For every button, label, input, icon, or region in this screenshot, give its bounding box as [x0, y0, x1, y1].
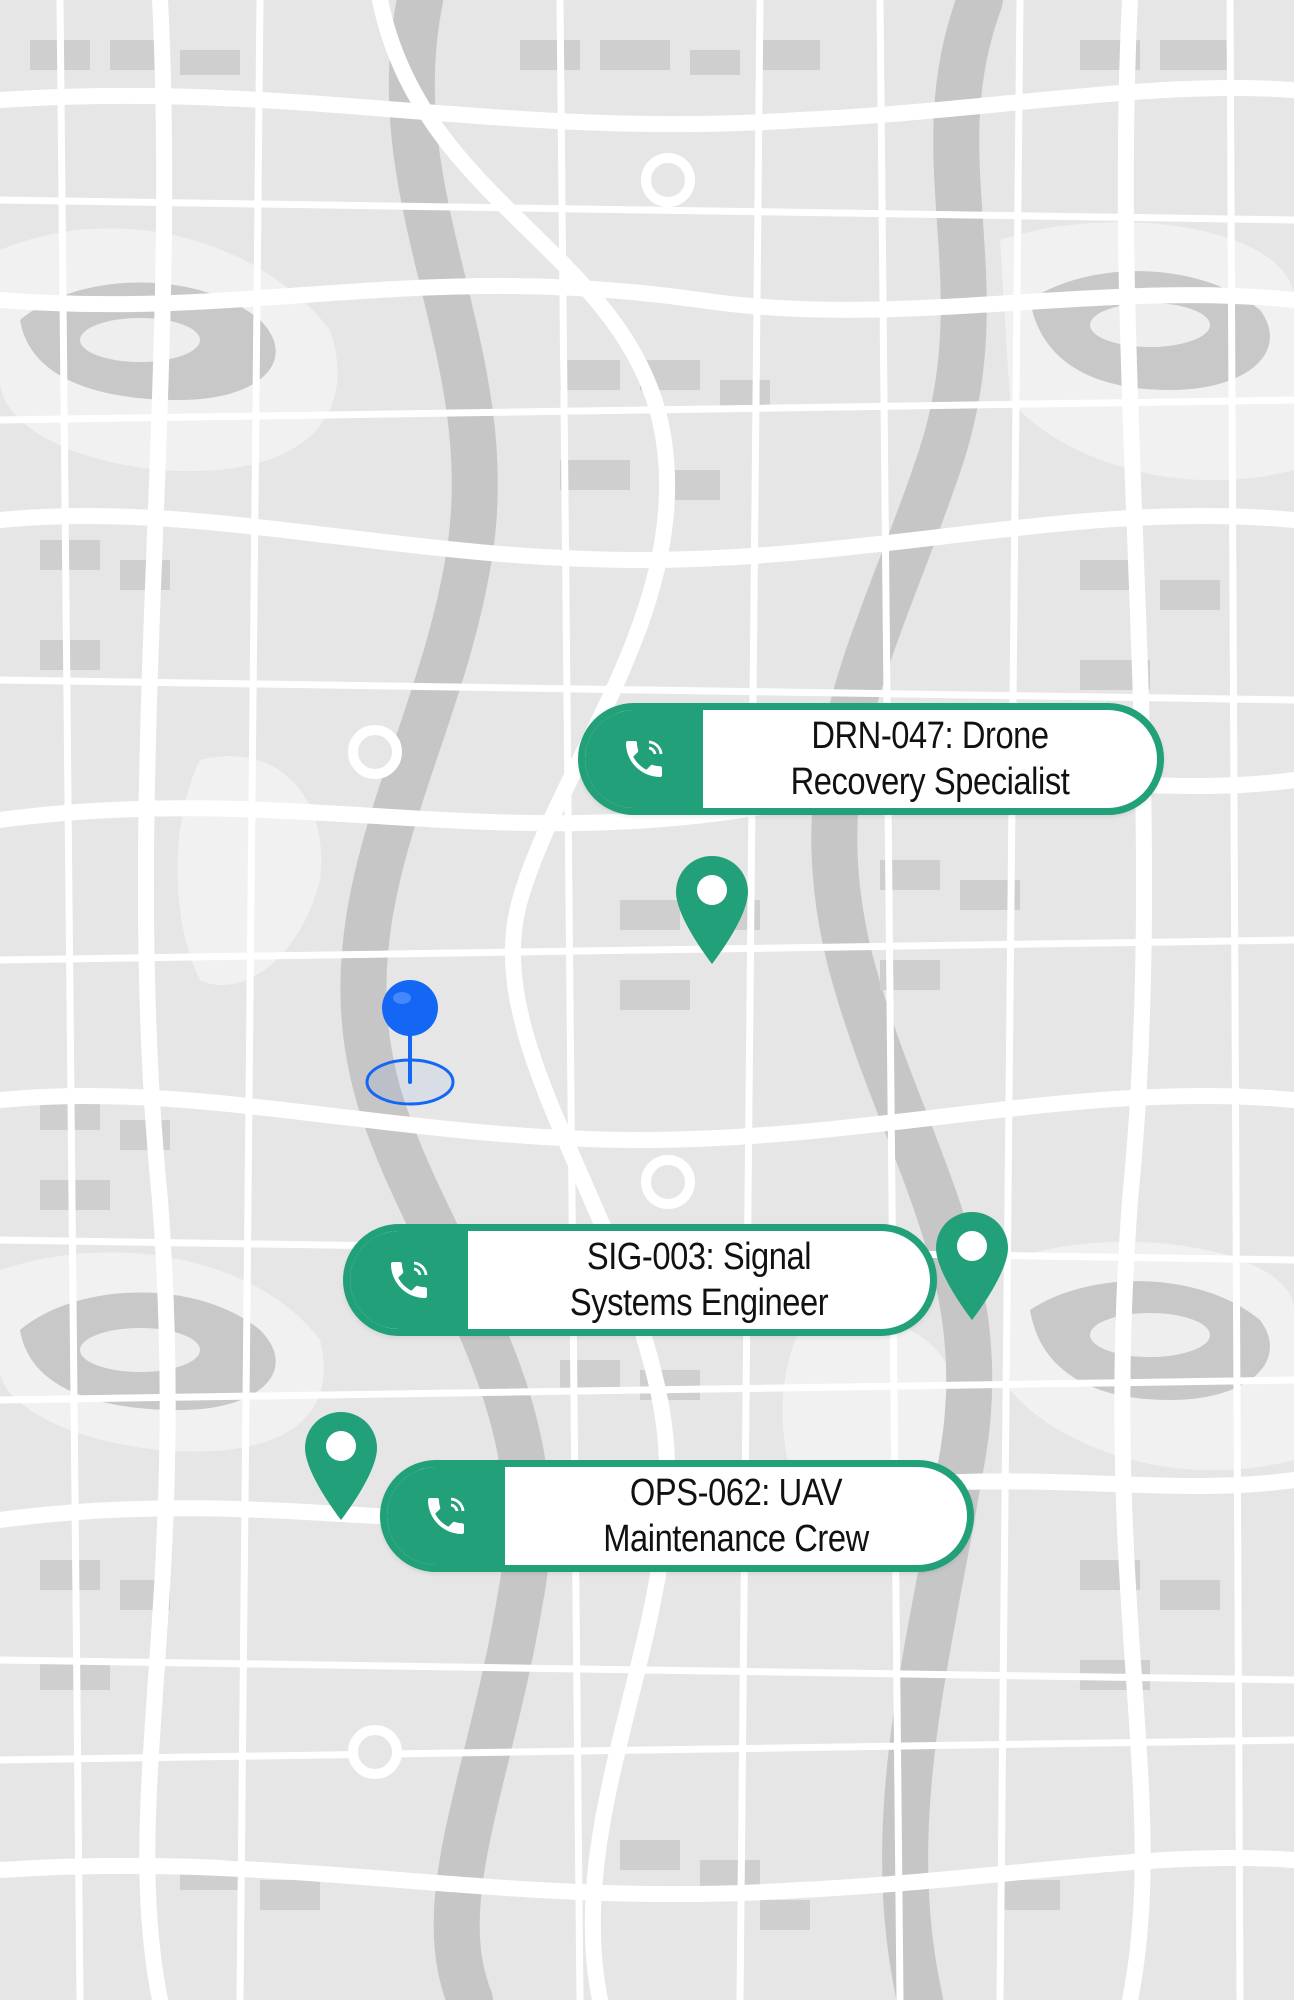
map-pin-icon[interactable] [936, 1212, 1008, 1320]
call-button-drn-047[interactable] [585, 710, 703, 808]
phone-icon [428, 1497, 465, 1534]
map-pin-icon[interactable] [676, 856, 748, 964]
phone-icon [626, 740, 663, 777]
contact-label-drn-047: DRN-047: Drone Recovery Specialist [735, 710, 1125, 808]
phone-icon [391, 1261, 428, 1298]
location-pushpin-icon [365, 980, 455, 1106]
contact-card-ops-062[interactable]: OPS-062: UAV Maintenance Crew [380, 1460, 974, 1572]
city-map[interactable] [0, 0, 1294, 2000]
contact-label-line1: SIG-003: Signal [586, 1236, 812, 1278]
contact-label-line2: Systems Engineer [569, 1282, 829, 1324]
contact-label-line2: Recovery Specialist [790, 761, 1070, 803]
call-button-ops-062[interactable] [387, 1467, 505, 1565]
contact-label-line2: Maintenance Crew [603, 1518, 869, 1560]
contact-label-line1: OPS-062: UAV [629, 1472, 843, 1514]
contact-card-sig-003[interactable]: SIG-003: Signal Systems Engineer [343, 1224, 937, 1336]
contact-label-sig-003: SIG-003: Signal Systems Engineer [500, 1231, 897, 1329]
contact-label-ops-062: OPS-062: UAV Maintenance Crew [537, 1467, 934, 1565]
call-button-sig-003[interactable] [350, 1231, 468, 1329]
contact-label-line1: DRN-047: Drone [811, 715, 1049, 757]
contact-card-drn-047[interactable]: DRN-047: Drone Recovery Specialist [578, 703, 1164, 815]
map-pin-icon[interactable] [305, 1412, 377, 1520]
